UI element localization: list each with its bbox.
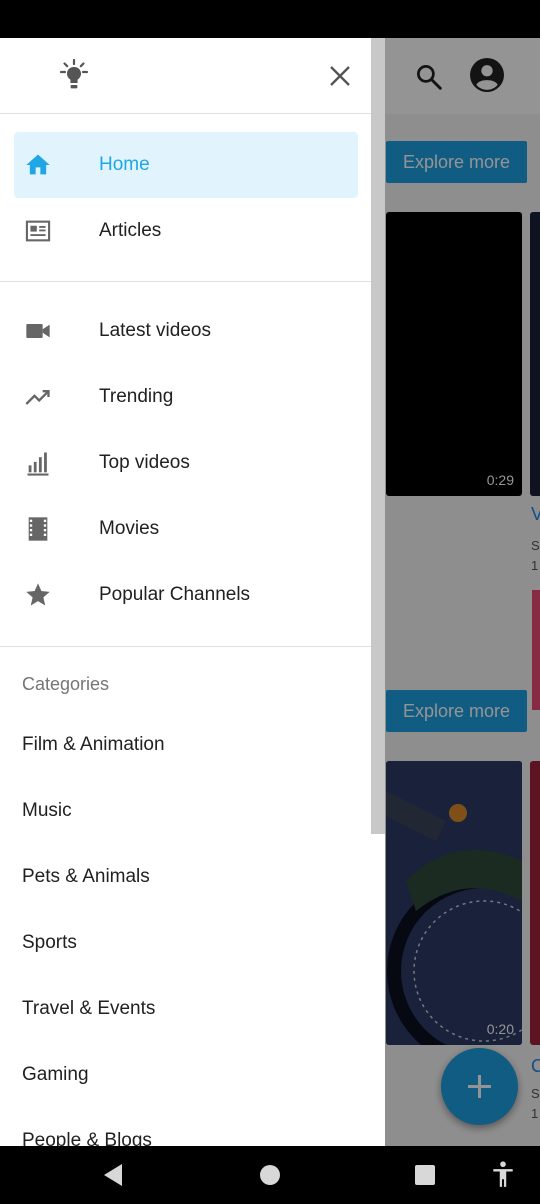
nav-item-top-videos[interactable]: Top videos bbox=[14, 430, 358, 496]
divider bbox=[0, 281, 371, 282]
system-nav-bar bbox=[0, 1146, 540, 1204]
status-bar bbox=[0, 0, 540, 38]
nav-item-latest-videos[interactable]: Latest videos bbox=[14, 298, 358, 364]
category-item[interactable]: People & Blogs bbox=[22, 1130, 152, 1146]
article-icon bbox=[25, 220, 51, 242]
videocam-icon bbox=[26, 324, 50, 338]
movie-icon bbox=[28, 517, 48, 541]
nav-label: Home bbox=[99, 154, 150, 175]
nav-item-home[interactable]: Home bbox=[14, 132, 358, 198]
home-icon bbox=[26, 154, 50, 175]
lightbulb-icon[interactable] bbox=[56, 58, 92, 94]
nav-label: Movies bbox=[99, 518, 160, 539]
nav-item-movies[interactable]: Movies bbox=[14, 496, 358, 562]
category-item[interactable]: Music bbox=[22, 800, 72, 822]
drawer-header bbox=[0, 38, 371, 114]
back-icon[interactable] bbox=[102, 1163, 124, 1187]
trending-up-icon bbox=[25, 390, 50, 405]
nav-item-articles[interactable]: Articles bbox=[14, 198, 358, 264]
close-icon[interactable] bbox=[326, 62, 354, 90]
nav-label: Articles bbox=[99, 220, 162, 241]
navigation-drawer: Home Articles Latest videos Trending Top… bbox=[0, 38, 371, 1146]
category-item[interactable]: Film & Animation bbox=[22, 734, 165, 756]
divider bbox=[0, 646, 371, 647]
category-item[interactable]: Travel & Events bbox=[22, 998, 155, 1020]
star-icon bbox=[26, 583, 50, 606]
nav-label: Popular Channels bbox=[99, 584, 251, 605]
home-circle-icon[interactable] bbox=[260, 1165, 280, 1185]
category-item[interactable]: Gaming bbox=[22, 1064, 89, 1086]
bar-chart-icon bbox=[27, 452, 49, 476]
nav-label: Trending bbox=[99, 386, 174, 407]
accessibility-icon[interactable] bbox=[490, 1161, 516, 1189]
category-item[interactable]: Pets & Animals bbox=[22, 866, 150, 888]
nav-item-popular-channels[interactable]: Popular Channels bbox=[14, 562, 358, 628]
nav-label: Top videos bbox=[99, 452, 190, 473]
scrollbar-thumb[interactable] bbox=[371, 38, 385, 834]
drawer-scrollbar[interactable] bbox=[371, 38, 385, 1146]
categories-heading: Categories bbox=[22, 674, 110, 694]
nav-label: Latest videos bbox=[99, 320, 211, 341]
nav-item-trending[interactable]: Trending bbox=[14, 364, 358, 430]
category-item[interactable]: Sports bbox=[22, 932, 77, 954]
recents-icon[interactable] bbox=[415, 1165, 435, 1185]
